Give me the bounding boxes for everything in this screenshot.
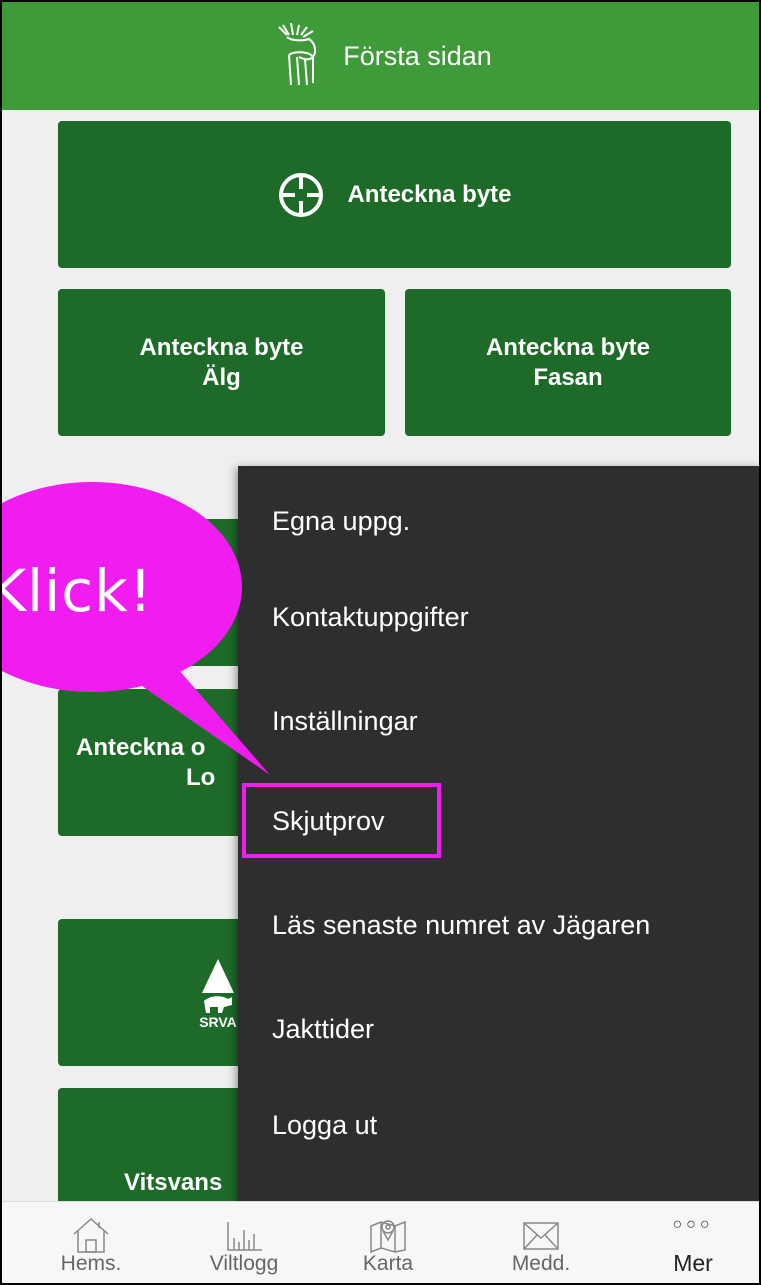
bottom-navigation: Hems. Viltlogg Karta Medd. ○○○ Mer xyxy=(2,1201,759,1283)
nav-more[interactable]: ○○○ Mer xyxy=(628,1202,758,1283)
menu-item-logout[interactable]: Logga ut xyxy=(272,1110,377,1141)
app-screen: Första sidan Anteckna byte Anteckna byte… xyxy=(0,0,761,1285)
moose-logo-icon xyxy=(278,22,317,86)
tile-label-line2: Fasan xyxy=(533,363,603,391)
nav-label: Viltlogg xyxy=(209,1252,279,1275)
tile-label: Vitsvans xyxy=(124,1169,223,1196)
nav-label: Hems. xyxy=(60,1252,122,1275)
nav-label: Mer xyxy=(673,1250,713,1276)
crosshair-icon xyxy=(279,172,324,217)
page-title: Första sidan xyxy=(343,40,492,71)
menu-item-latest-issue[interactable]: Läs senaste numret av Jägaren xyxy=(272,910,650,941)
map-icon xyxy=(370,1220,406,1254)
tile-label-line1: Anteckna byte xyxy=(485,333,651,361)
menu-item-hunting-seasons[interactable]: Jakttider xyxy=(272,1014,374,1045)
nav-map[interactable]: Karta xyxy=(323,1202,453,1283)
nav-game-log[interactable]: Viltlogg xyxy=(179,1202,309,1283)
nav-home[interactable]: Hems. xyxy=(26,1202,156,1283)
speech-bubble-callout xyxy=(2,482,270,775)
callout-text: Klick! xyxy=(0,557,153,625)
log-catch-moose-button[interactable]: Anteckna byte Älg xyxy=(58,289,385,436)
mail-icon xyxy=(523,1222,559,1250)
log-catch-pheasant-button[interactable]: Anteckna byte Fasan xyxy=(405,289,731,436)
more-dots-icon: ○○○ xyxy=(672,1216,714,1233)
tile-label-line2: Älg xyxy=(202,363,241,391)
log-catch-label: Anteckna byte xyxy=(347,180,512,208)
log-catch-button[interactable]: Anteckna byte xyxy=(58,121,731,268)
home-icon xyxy=(73,1217,109,1253)
nav-label: Medd. xyxy=(511,1252,571,1275)
nav-label: Karta xyxy=(362,1252,414,1275)
tile-label-line1: Anteckna byte xyxy=(139,333,304,361)
app-header: Första sidan xyxy=(2,2,759,110)
srva-logo-text: SRVA xyxy=(199,1014,237,1029)
bar-chart-icon xyxy=(227,1222,262,1251)
nav-messages[interactable]: Medd. xyxy=(476,1202,606,1283)
